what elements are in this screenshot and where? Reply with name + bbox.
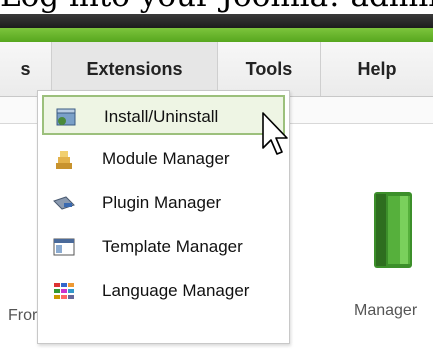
menu-item-label: Language Manager xyxy=(102,281,250,300)
book-manager-icon[interactable] xyxy=(372,190,414,270)
module-icon xyxy=(56,151,72,169)
top-bar xyxy=(0,14,433,28)
menu-item-extensions[interactable]: Extensions xyxy=(52,42,218,96)
cpanel-label-left[interactable]: Fror xyxy=(8,307,37,325)
menu-item-label: Template Manager xyxy=(102,237,243,256)
menu-item-install-uninstall[interactable]: Install/Uninstall xyxy=(42,95,285,135)
mouse-cursor-icon xyxy=(262,112,288,155)
install-icon xyxy=(56,108,76,126)
menu-item-module-manager[interactable]: Module Manager xyxy=(42,139,285,179)
menu-item-label: Install/Uninstall xyxy=(104,107,219,126)
menu-item-label: Module Manager xyxy=(102,149,230,168)
cpanel-label-right[interactable]: Manager xyxy=(354,302,417,320)
language-icon xyxy=(54,283,74,299)
extensions-dropdown-menu: Install/Uninstall Module Manager Plugin … xyxy=(37,90,290,344)
menu-item-label: Plugin Manager xyxy=(102,193,222,212)
menu-item-plugin-manager[interactable]: Plugin Manager xyxy=(42,183,285,223)
menu-item-language-manager[interactable]: Language Manager xyxy=(42,271,285,311)
page-caption: Log into your Joomla! administ xyxy=(0,0,433,14)
menu-item-tools[interactable]: Tools xyxy=(218,42,321,96)
menu-item-partial[interactable]: s xyxy=(0,42,52,96)
menu-item-help[interactable]: Help xyxy=(321,42,433,96)
main-menu-bar: s Extensions Tools Help xyxy=(0,42,433,97)
header-green-bar xyxy=(0,28,433,42)
plugin-icon xyxy=(53,196,75,210)
template-icon xyxy=(53,238,75,256)
menu-item-template-manager[interactable]: Template Manager xyxy=(42,227,285,267)
